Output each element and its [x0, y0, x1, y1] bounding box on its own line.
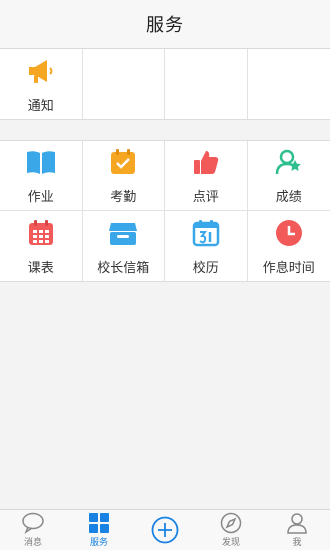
service-schedule[interactable]: 课表: [0, 211, 83, 281]
tab-me[interactable]: 我: [264, 510, 330, 550]
compass-icon: [219, 512, 243, 534]
schedule-grid-icon: [25, 217, 57, 249]
thumbs-up-icon: [190, 146, 222, 178]
empty-cell: [165, 49, 248, 119]
megaphone-icon: [25, 55, 57, 87]
service-label: 课表: [27, 260, 54, 276]
tab-label: 我: [292, 538, 302, 548]
plus-circle-icon: [150, 515, 180, 545]
service-daily-schedule[interactable]: 作息时间: [248, 211, 330, 281]
page-header: 服务: [0, 0, 330, 49]
service-label: 校长信箱: [97, 260, 150, 276]
user-star-icon: [273, 146, 305, 178]
bottom-tab-bar: 消息 服务 发现 我: [0, 509, 330, 550]
calendar-31-icon: [190, 217, 222, 249]
chat-bubble-icon: [21, 512, 45, 534]
service-label: 点评: [192, 190, 219, 205]
tab-label: 消息: [23, 538, 42, 548]
notice-section: 通知: [0, 49, 330, 120]
service-attendance[interactable]: 考勤: [82, 141, 165, 211]
tab-label: 服务: [89, 538, 108, 548]
clock-icon: [273, 217, 305, 249]
services-section: 作业 考勤 点评 成绩 课表 校长信箱 校历 作息时间: [0, 140, 330, 282]
service-homework[interactable]: 作业: [0, 141, 83, 211]
empty-cell: [248, 49, 330, 119]
tab-discover[interactable]: 发现: [198, 510, 264, 550]
service-notice[interactable]: 通知: [0, 49, 83, 119]
grid-icon: [87, 512, 111, 534]
tab-messages[interactable]: 消息: [0, 510, 66, 550]
service-label: 考勤: [110, 190, 137, 205]
tab-label: 发现: [221, 538, 240, 548]
person-icon: [285, 512, 309, 534]
service-school-calendar[interactable]: 校历: [165, 211, 248, 281]
tab-add[interactable]: [132, 510, 198, 550]
service-label: 通知: [27, 98, 54, 114]
mailbox-icon: [107, 217, 139, 249]
service-label: 作息时间: [262, 260, 315, 276]
calendar-check-icon: [107, 146, 139, 178]
service-label: 校历: [192, 260, 219, 276]
tab-services[interactable]: 服务: [66, 510, 132, 550]
service-label: 作业: [27, 190, 54, 205]
page-title: 服务: [146, 15, 184, 36]
service-principal-mailbox[interactable]: 校长信箱: [83, 211, 165, 281]
service-grades[interactable]: 成绩: [247, 141, 330, 211]
empty-cell: [83, 49, 165, 119]
book-icon: [25, 146, 57, 178]
service-label: 成绩: [275, 190, 302, 205]
service-review[interactable]: 点评: [165, 141, 248, 211]
